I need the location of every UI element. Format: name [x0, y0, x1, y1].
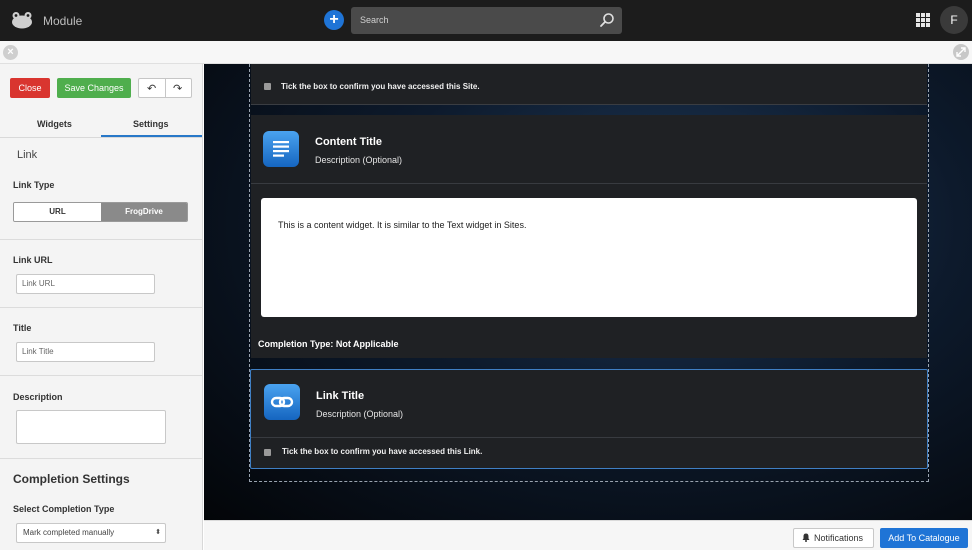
site-confirm-text: Tick the box to confirm you have accesse…	[281, 82, 480, 91]
undo-redo-group: ↶ ↷	[138, 78, 192, 98]
link-confirm-text: Tick the box to confirm you have accesse…	[282, 447, 483, 456]
tab-settings[interactable]: Settings	[133, 119, 169, 129]
bell-icon	[802, 533, 810, 542]
avatar[interactable]: F	[940, 6, 968, 34]
expand-icon[interactable]	[953, 44, 969, 60]
footer-bar: Notifications Add To Catalogue	[204, 520, 972, 550]
notifications-button[interactable]: Notifications	[793, 528, 874, 548]
link-chain-icon	[264, 384, 300, 420]
link-type-toggle: URL FrogDrive	[13, 202, 188, 222]
completion-type-label: Select Completion Type	[13, 504, 115, 514]
title-input[interactable]: Link Title	[16, 342, 155, 362]
redo-icon[interactable]: ↷	[173, 82, 182, 95]
content-widget-title: Content Title	[315, 136, 383, 148]
link-url-label: Link URL	[13, 255, 53, 265]
link-widget-description: Description (Optional)	[316, 409, 404, 419]
notifications-label: Notifications	[814, 533, 864, 543]
frog-logo-icon[interactable]	[11, 11, 33, 29]
description-label: Description	[13, 392, 63, 402]
link-type-label: Link Type	[13, 180, 55, 190]
divider	[0, 375, 202, 376]
app-title: Module	[43, 14, 83, 28]
search-input[interactable]: Search	[351, 7, 622, 34]
description-textarea[interactable]	[16, 410, 166, 444]
title-label: Title	[13, 323, 32, 333]
content-body[interactable]: This is a content widget. It is similar …	[261, 198, 917, 317]
site-confirm-checkbox[interactable]	[264, 83, 271, 90]
apps-grid-icon[interactable]	[916, 13, 930, 27]
section-title: Link	[17, 149, 38, 161]
top-bar: Module + Search F	[0, 0, 972, 41]
completion-settings-heading: Completion Settings	[13, 472, 130, 486]
search-placeholder: Search	[360, 15, 389, 25]
divider	[251, 437, 927, 438]
link-widget-title: Link Title	[316, 390, 365, 402]
save-changes-button[interactable]: Save Changes	[57, 78, 131, 98]
document-lines-icon	[263, 131, 299, 167]
select-arrows-icon: ⬍	[155, 529, 161, 536]
link-type-frogdrive-option[interactable]: FrogDrive	[101, 203, 187, 221]
close-button[interactable]: Close	[10, 78, 50, 98]
search-icon[interactable]	[599, 12, 615, 28]
completion-type-value: Mark completed manually	[23, 528, 115, 537]
settings-panel: Close Save Changes ↶ ↷ Widgets Settings …	[0, 64, 203, 550]
divider	[0, 307, 202, 308]
divider	[0, 458, 202, 459]
link-url-input[interactable]: Link URL	[16, 274, 155, 294]
site-widget[interactable]: Tick the box to confirm you have accesse…	[251, 64, 927, 105]
close-icon[interactable]: ×	[3, 45, 18, 60]
completion-type-select[interactable]: Mark completed manually ⬍	[16, 523, 166, 543]
link-widget[interactable]: Link Title Description (Optional) Tick t…	[250, 369, 928, 469]
link-type-url-option[interactable]: URL	[14, 203, 101, 221]
content-body-text: This is a content widget. It is similar …	[278, 220, 527, 230]
tab-widgets[interactable]: Widgets	[37, 119, 72, 129]
content-widget[interactable]: Content Title Description (Optional) Thi…	[251, 115, 927, 358]
completion-type-text: Completion Type: Not Applicable	[258, 339, 399, 349]
content-widget-description: Description (Optional)	[315, 155, 403, 165]
active-tab-indicator	[101, 135, 202, 137]
link-confirm-checkbox[interactable]	[264, 449, 271, 456]
plus-icon[interactable]: +	[324, 10, 344, 30]
divider	[0, 239, 202, 240]
divider	[251, 183, 927, 184]
undo-icon[interactable]: ↶	[147, 82, 156, 95]
add-to-catalogue-button[interactable]: Add To Catalogue	[880, 528, 968, 548]
editor-subbar: ×	[0, 41, 972, 64]
